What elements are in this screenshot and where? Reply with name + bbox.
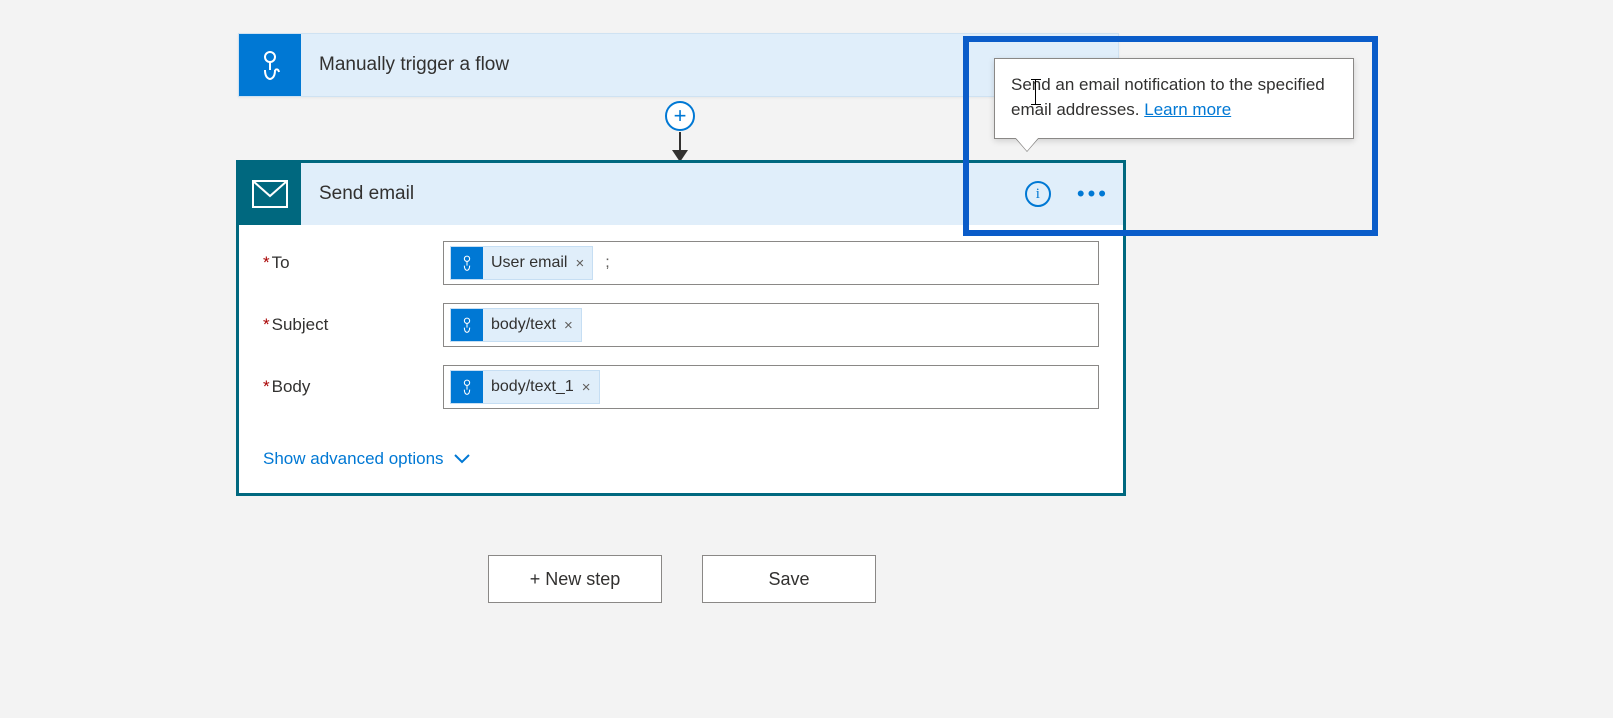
tooltip-tail bbox=[1015, 137, 1039, 151]
info-icon[interactable]: i bbox=[1025, 181, 1051, 207]
new-step-button[interactable]: + New step bbox=[488, 555, 662, 603]
manual-trigger-token-icon bbox=[451, 309, 483, 341]
manual-trigger-token-icon bbox=[451, 371, 483, 403]
footer-actions: + New step Save bbox=[488, 555, 876, 603]
action-header[interactable]: Send email i ••• bbox=[239, 163, 1123, 225]
token-label: body/text_1 bbox=[491, 378, 574, 396]
token-user-email[interactable]: User email × bbox=[450, 246, 593, 280]
action-card-send-email: Send email i ••• *To User email × ; bbox=[236, 160, 1126, 496]
field-label-subject: *Subject bbox=[263, 315, 443, 335]
field-label-body: *Body bbox=[263, 377, 443, 397]
to-trailing: ; bbox=[605, 254, 609, 272]
trigger-card[interactable]: Manually trigger a flow bbox=[238, 33, 1119, 97]
token-label: User email bbox=[491, 254, 567, 272]
info-tooltip: Send an email notification to the specif… bbox=[994, 58, 1354, 139]
token-remove-icon[interactable]: × bbox=[582, 379, 591, 396]
text-cursor-icon bbox=[1035, 80, 1036, 104]
chevron-down-icon bbox=[454, 451, 470, 467]
token-remove-icon[interactable]: × bbox=[564, 317, 573, 334]
token-remove-icon[interactable]: × bbox=[575, 255, 584, 272]
to-input[interactable]: User email × ; bbox=[443, 241, 1099, 285]
add-step-button[interactable]: + bbox=[665, 101, 695, 131]
show-advanced-label: Show advanced options bbox=[263, 449, 444, 469]
field-row-body: *Body body/text_1 × bbox=[263, 365, 1099, 409]
learn-more-link[interactable]: Learn more bbox=[1144, 100, 1231, 119]
token-body-text[interactable]: body/text × bbox=[450, 308, 582, 342]
trigger-title: Manually trigger a flow bbox=[319, 54, 509, 76]
subject-input[interactable]: body/text × bbox=[443, 303, 1099, 347]
field-row-subject: *Subject body/text × bbox=[263, 303, 1099, 347]
arrow-stem bbox=[679, 132, 681, 150]
action-body: *To User email × ; *Subject bbox=[239, 225, 1123, 493]
action-title: Send email bbox=[319, 183, 414, 205]
field-row-to: *To User email × ; bbox=[263, 241, 1099, 285]
mail-icon bbox=[239, 163, 301, 225]
more-menu-icon[interactable]: ••• bbox=[1077, 181, 1109, 207]
field-label-to: *To bbox=[263, 253, 443, 273]
token-body-text-1[interactable]: body/text_1 × bbox=[450, 370, 600, 404]
body-input[interactable]: body/text_1 × bbox=[443, 365, 1099, 409]
show-advanced-options[interactable]: Show advanced options bbox=[263, 449, 470, 469]
save-button[interactable]: Save bbox=[702, 555, 876, 603]
manual-trigger-token-icon bbox=[451, 247, 483, 279]
flow-connector: + bbox=[662, 95, 698, 163]
token-label: body/text bbox=[491, 316, 556, 334]
manual-trigger-icon bbox=[239, 34, 301, 96]
